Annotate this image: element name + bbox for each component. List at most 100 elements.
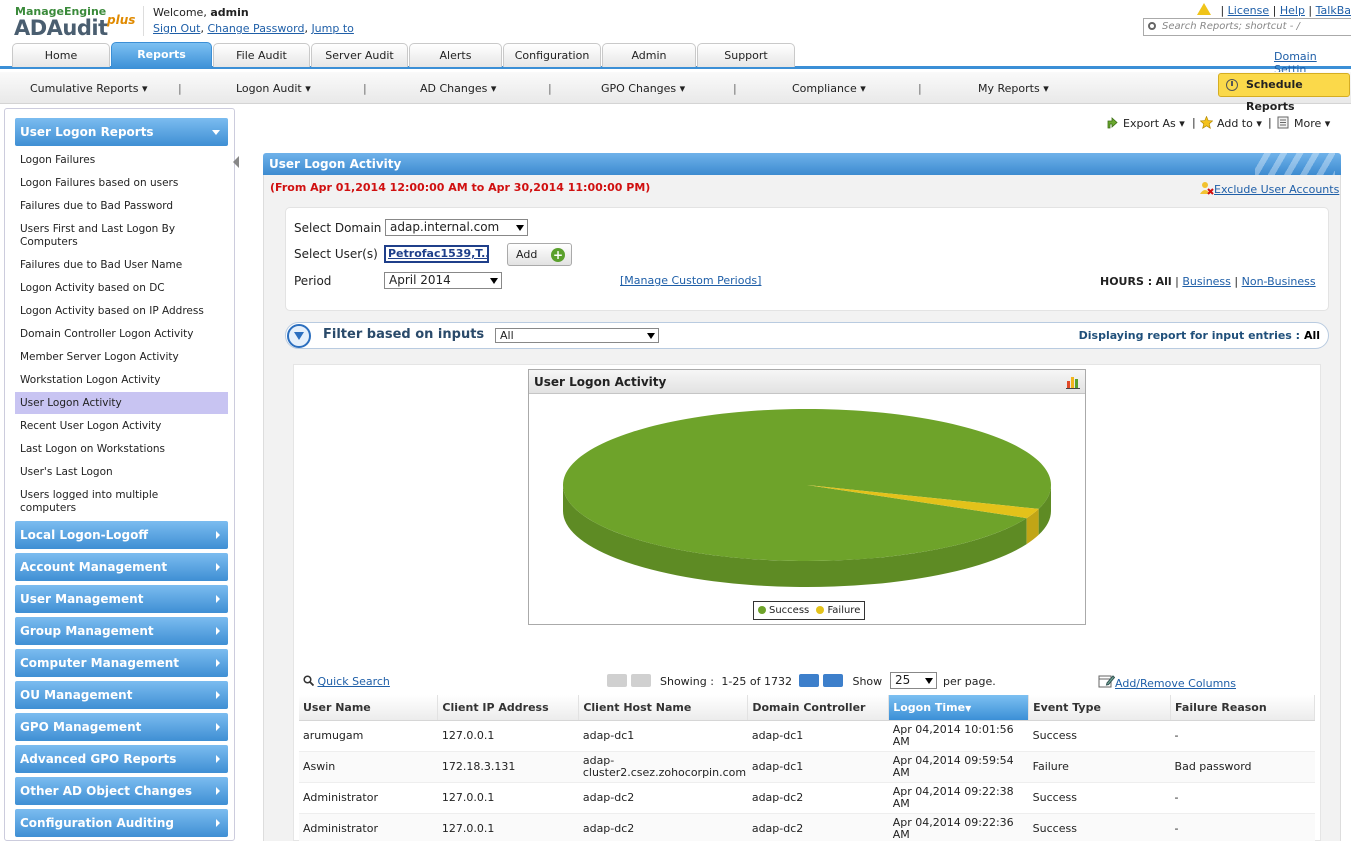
more-menu[interactable]: More ▾ <box>1277 116 1330 130</box>
menu-ad-changes[interactable]: AD Changes ▾ <box>420 82 496 95</box>
cell-event-type: Success <box>1028 782 1171 814</box>
talkback-link[interactable]: TalkBa <box>1316 4 1351 17</box>
column-domain-controller[interactable]: Domain Controller <box>747 695 890 721</box>
cell-logon-time: Apr 04,2014 09:22:36 AM <box>888 813 1029 841</box>
change-password-link[interactable]: Change Password <box>207 22 304 35</box>
warning-icon[interactable] <box>1196 3 1211 15</box>
exclude-user-accounts[interactable]: Exclude User Accounts <box>1200 181 1339 196</box>
collapse-sidebar-icon[interactable] <box>233 156 239 168</box>
tab-admin[interactable]: Admin <box>602 43 696 67</box>
cell-logon-time: Apr 04,2014 10:01:56 AM <box>888 720 1029 752</box>
sidebar-item-users-last-logon[interactable]: User's Last Logon <box>20 466 228 479</box>
manage-custom-periods-link[interactable]: [Manage Custom Periods] <box>620 274 761 287</box>
chart-type-icon[interactable] <box>1066 375 1080 389</box>
add-user-button[interactable]: Add + <box>507 243 572 266</box>
tab-server-audit[interactable]: Server Audit <box>311 43 408 67</box>
sidebar-item-bad-password[interactable]: Failures due to Bad Password <box>20 200 228 213</box>
sidebar-item-logon-failures[interactable]: Logon Failures <box>20 154 228 167</box>
per-page-select[interactable]: 25 <box>890 672 937 689</box>
hours-all[interactable]: All <box>1156 275 1172 288</box>
search-reports-input[interactable]: Search Reports; shortcut - / <box>1143 18 1351 36</box>
sidebar-section-user-management[interactable]: User Management <box>15 585 228 613</box>
sidebar-section-ou-management[interactable]: OU Management <box>15 681 228 709</box>
last-page-icon[interactable] <box>822 674 843 687</box>
sidebar-section-group-management[interactable]: Group Management <box>15 617 228 645</box>
quick-search[interactable]: Quick Search <box>303 675 390 688</box>
sidebar-section-gpo-management[interactable]: GPO Management <box>15 713 228 741</box>
cell-client-host: adap-dc1 <box>578 720 748 752</box>
export-menu[interactable]: Export As ▾ <box>1106 116 1185 130</box>
column-failure-reason[interactable]: Failure Reason <box>1170 695 1315 721</box>
add-to-menu[interactable]: Add to ▾ <box>1200 116 1262 130</box>
hours-business-link[interactable]: Business <box>1182 275 1231 288</box>
sidebar-section-local-logon-logoff[interactable]: Local Logon-Logoff <box>15 521 228 549</box>
chevron-right-icon <box>216 819 220 827</box>
sidebar-section-configuration-auditing[interactable]: Configuration Auditing <box>15 809 228 837</box>
sidebar-item-first-last-logon[interactable]: Users First and Last Logon By Computers <box>20 223 205 249</box>
users-label: Select User(s) <box>294 247 378 261</box>
sidebar-section-advanced-gpo[interactable]: Advanced GPO Reports <box>15 745 228 773</box>
menu-logon-audit[interactable]: Logon Audit ▾ <box>236 82 311 95</box>
sidebar-item-last-logon-workstations[interactable]: Last Logon on Workstations <box>20 443 228 456</box>
first-page-icon[interactable] <box>607 674 627 687</box>
sidebar-item-dc-logon-activity[interactable]: Domain Controller Logon Activity <box>20 328 228 341</box>
sidebar-item-user-logon-activity[interactable]: User Logon Activity <box>15 392 228 414</box>
tab-configuration[interactable]: Configuration <box>503 43 601 67</box>
prev-page-icon[interactable] <box>630 674 651 687</box>
sidebar-item-activity-dc[interactable]: Logon Activity based on DC <box>20 282 228 295</box>
sidebar-section-user-logon-reports[interactable]: User Logon Reports <box>15 118 228 146</box>
cell-user-name: arumugam <box>299 720 438 752</box>
sign-out-link[interactable]: Sign Out <box>153 22 200 35</box>
sidebar-item-bad-user-name[interactable]: Failures due to Bad User Name <box>20 259 228 272</box>
user-links: Sign Out, Change Password, Jump to <box>153 22 354 35</box>
period-label: Period <box>294 274 332 288</box>
license-link[interactable]: License <box>1228 4 1269 17</box>
help-link[interactable]: Help <box>1280 4 1305 17</box>
sidebar-section-account-management[interactable]: Account Management <box>15 553 228 581</box>
column-logon-time[interactable]: Logon Time▼ <box>888 695 1030 721</box>
domain-select[interactable]: adap.internal.com <box>385 219 528 236</box>
column-event-type[interactable]: Event Type <box>1028 695 1172 721</box>
cell-failure-reason: - <box>1170 782 1315 814</box>
jump-to-link[interactable]: Jump to <box>311 22 353 35</box>
selected-users-field[interactable]: Petrofac1539,T... <box>384 245 489 263</box>
schedule-reports-button[interactable]: Schedule Reports <box>1218 73 1350 113</box>
title-decoration <box>1255 153 1335 175</box>
report-date-range: (From Apr 01,2014 12:00:00 AM to Apr 30,… <box>270 181 651 194</box>
cell-domain-controller: adap-dc2 <box>747 782 889 814</box>
tab-home[interactable]: Home <box>12 43 110 67</box>
table-row[interactable]: Administrator 127.0.0.1 adap-dc2 adap-dc… <box>299 813 1315 841</box>
sidebar-section-other-ad-object[interactable]: Other AD Object Changes <box>15 777 228 805</box>
add-remove-columns[interactable]: Add/Remove Columns <box>1098 674 1236 690</box>
tab-support[interactable]: Support <box>697 43 795 67</box>
sidebar-item-logon-failures-users[interactable]: Logon Failures based on users <box>20 177 228 190</box>
cell-event-type: Success <box>1028 813 1171 841</box>
sidebar-section-computer-management[interactable]: Computer Management <box>15 649 228 677</box>
table-row[interactable]: Aswin 172.18.3.131 adap-cluster2.csez.zo… <box>299 751 1315 783</box>
column-client-ip[interactable]: Client IP Address <box>437 695 580 721</box>
tab-alerts[interactable]: Alerts <box>409 43 502 67</box>
menu-compliance[interactable]: Compliance ▾ <box>792 82 866 95</box>
sidebar-item-member-server[interactable]: Member Server Logon Activity <box>20 351 228 364</box>
menu-cumulative-reports[interactable]: Cumulative Reports ▾ <box>30 82 148 95</box>
menu-separator: | <box>918 82 922 95</box>
column-client-host[interactable]: Client Host Name <box>578 695 749 721</box>
per-page-label: per page. <box>943 675 996 688</box>
next-page-icon[interactable] <box>799 674 820 687</box>
table-row[interactable]: arumugam 127.0.0.1 adap-dc1 adap-dc1 Apr… <box>299 720 1315 752</box>
tab-reports[interactable]: Reports <box>111 42 212 69</box>
sidebar-item-workstation[interactable]: Workstation Logon Activity <box>20 374 228 387</box>
period-select[interactable]: April 2014 <box>384 272 502 289</box>
menu-gpo-changes[interactable]: GPO Changes ▾ <box>601 82 685 95</box>
sidebar-item-multiple-computers[interactable]: Users logged into multiple computers <box>20 489 190 515</box>
username: admin <box>210 6 249 19</box>
tab-file-audit[interactable]: File Audit <box>213 43 310 67</box>
product-logo-plus: plus <box>107 13 136 27</box>
menu-my-reports[interactable]: My Reports ▾ <box>978 82 1049 95</box>
filter-select[interactable]: All <box>495 328 659 343</box>
hours-nonbusiness-link[interactable]: Non-Business <box>1242 275 1316 288</box>
column-user-name[interactable]: User Name <box>299 695 439 721</box>
sidebar-item-recent-user-logon[interactable]: Recent User Logon Activity <box>20 420 228 433</box>
sidebar-item-activity-ip[interactable]: Logon Activity based on IP Address <box>20 305 228 318</box>
table-row[interactable]: Administrator 127.0.0.1 adap-dc2 adap-dc… <box>299 782 1315 814</box>
